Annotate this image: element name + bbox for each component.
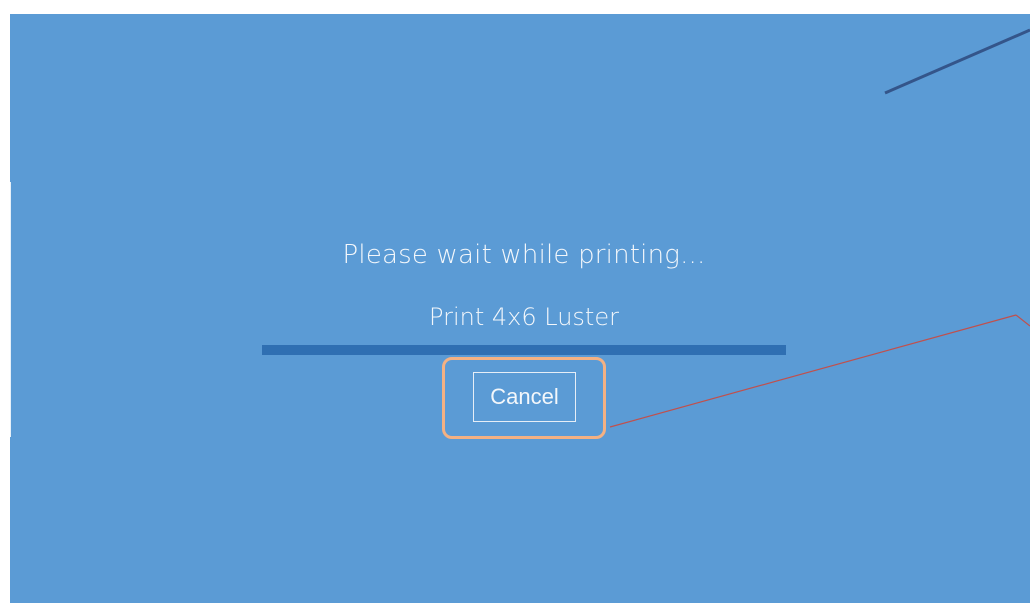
print-progress-bar [262, 345, 786, 355]
left-edge-line [10, 182, 11, 437]
print-progress-fill [262, 345, 786, 355]
printing-status-text: Please wait while printing... [342, 240, 706, 270]
cancel-button[interactable]: Cancel [473, 372, 576, 422]
print-job-name: Print 4x6 Luster [429, 303, 619, 331]
